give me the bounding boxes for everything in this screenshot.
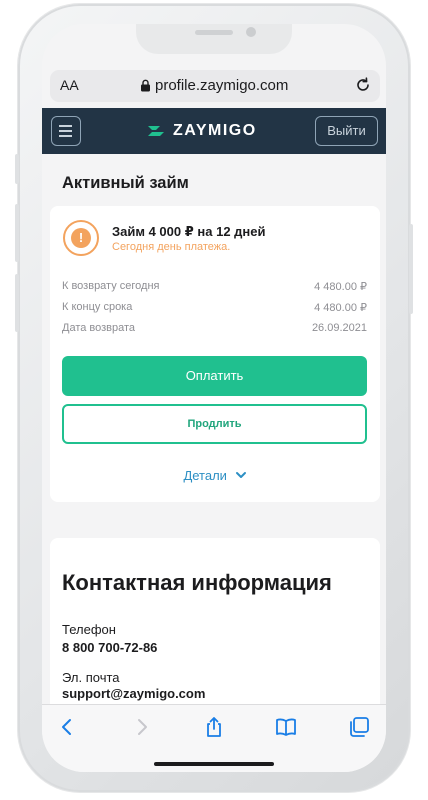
phone-label: Телефон (62, 622, 116, 637)
loan-info-row: К возврату сегодня 4 480.00 ₽ (62, 280, 367, 293)
phone-volume-down (15, 274, 19, 332)
details-toggle[interactable]: Детали (50, 468, 380, 483)
bookmarks-icon[interactable] (274, 715, 298, 739)
site-header: ZAYMIGO Выйти (42, 108, 386, 154)
logo-text: ZAYMIGO (173, 122, 257, 139)
details-label: Детали (183, 468, 227, 483)
lock-icon (141, 79, 150, 92)
home-indicator (154, 762, 274, 766)
loan-info-row: Дата возврата 26.09.2021 (62, 322, 367, 334)
speaker (195, 30, 233, 35)
pay-button[interactable]: Оплатить (62, 356, 367, 396)
address-bar[interactable]: AA profile.zaymigo.com (50, 70, 380, 102)
forward-icon[interactable] (129, 715, 153, 739)
logo[interactable]: ZAYMIGO (147, 122, 257, 140)
chevron-down-icon (235, 472, 246, 478)
email-label: Эл. почта (62, 670, 120, 685)
camera (246, 27, 256, 37)
reader-aa-button[interactable]: AA (60, 77, 79, 93)
loan-status: Сегодня день платежа. (112, 241, 231, 253)
phone-value[interactable]: 8 800 700-72-86 (62, 640, 157, 655)
share-icon[interactable] (202, 715, 226, 739)
screen: AA profile.zaymigo.com ZAYMIGO Выйти Акт… (42, 24, 386, 772)
active-loan-heading: Активный займ (62, 174, 189, 192)
menu-button[interactable] (51, 116, 81, 146)
reload-icon[interactable] (354, 76, 372, 94)
row-value: 26.09.2021 (311, 322, 367, 334)
back-icon[interactable] (56, 715, 80, 739)
url-display[interactable]: profile.zaymigo.com (140, 77, 288, 94)
hamburger-line (59, 135, 72, 137)
contacts-heading: Контактная информация (62, 570, 332, 595)
row-label: Дата возврата (62, 322, 136, 334)
logout-button[interactable]: Выйти (315, 116, 378, 146)
hamburger-line (59, 130, 72, 132)
row-value: 4 480.00 ₽ (314, 302, 367, 314)
phone-volume-up (15, 204, 19, 262)
exclamation-icon: ! (71, 228, 91, 248)
row-label: К концу срока (62, 301, 133, 313)
extend-button[interactable]: Продлить (62, 404, 367, 444)
hamburger-line (59, 125, 72, 127)
row-label: К возврату сегодня (62, 280, 160, 292)
row-value: 4 480.00 ₽ (314, 281, 367, 293)
loan-title: Займ 4 000 ₽ на 12 дней (112, 224, 266, 239)
url-text: profile.zaymigo.com (155, 77, 289, 94)
loan-card: ! Займ 4 000 ₽ на 12 дней Сегодня день п… (50, 206, 380, 502)
notch (136, 24, 292, 54)
warning-icon: ! (63, 220, 99, 256)
tabs-icon[interactable] (347, 715, 371, 739)
phone-side-button (15, 154, 19, 184)
phone-power-button (409, 224, 413, 314)
email-value[interactable]: support@zaymigo.com (62, 686, 205, 701)
logo-mark-icon (148, 126, 164, 136)
loan-info-row: К концу срока 4 480.00 ₽ (62, 301, 367, 314)
